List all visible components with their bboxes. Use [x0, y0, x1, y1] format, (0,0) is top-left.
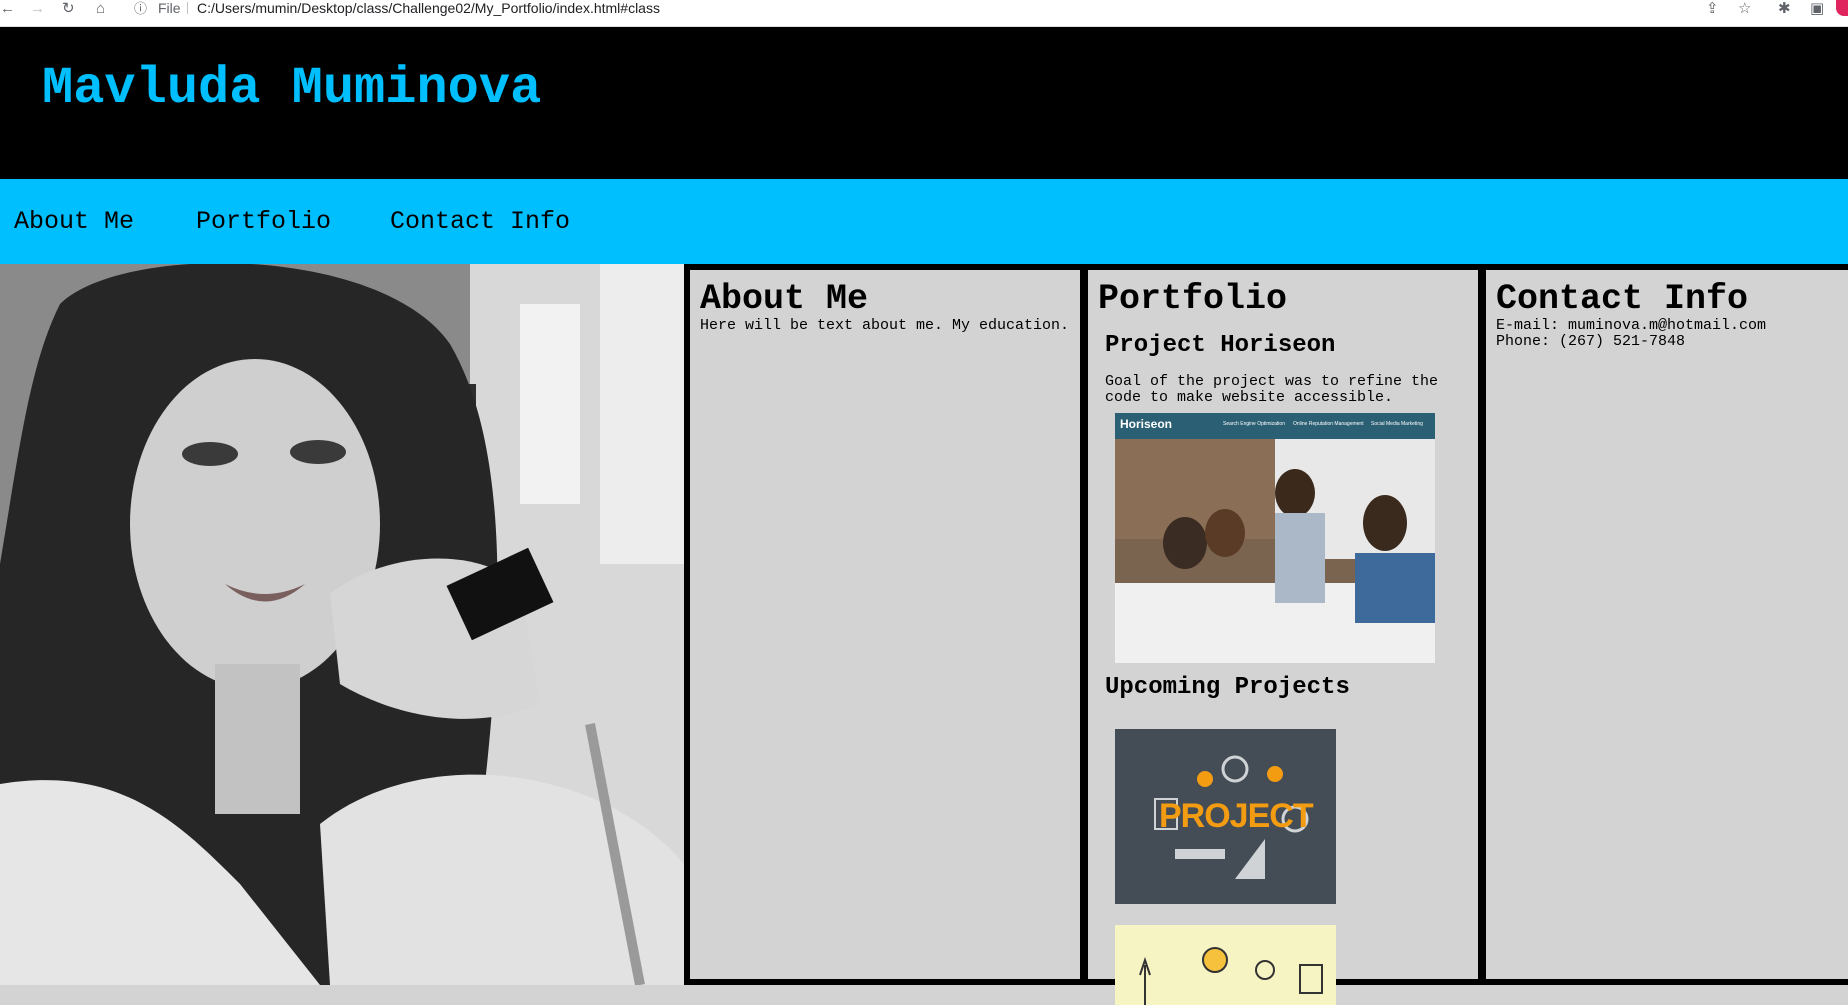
- reload-icon[interactable]: ↻: [62, 0, 75, 18]
- about-text: Here will be text about me. My education…: [700, 317, 1070, 334]
- horiseon-menu-2: Online Reputation Management: [1293, 421, 1364, 427]
- site-name: Mavluda Muminova: [42, 59, 542, 118]
- contact-title: Contact Info: [1496, 279, 1749, 319]
- contact-email: E-mail: muminova.m@hotmail.com: [1496, 317, 1767, 334]
- portfolio-title: Portfolio: [1098, 279, 1288, 319]
- upcoming-project-image[interactable]: PROJECT: [1115, 729, 1336, 904]
- file-label: File: [158, 0, 181, 16]
- about-title: About Me: [700, 279, 869, 319]
- side-panel-icon[interactable]: ▣: [1810, 0, 1824, 18]
- bookmark-star-icon[interactable]: ☆: [1738, 0, 1751, 18]
- upcoming-project-image-2[interactable]: [1115, 925, 1336, 1005]
- nav-about-link[interactable]: About Me: [14, 207, 134, 236]
- share-icon[interactable]: ⇪: [1706, 0, 1719, 18]
- forward-arrow-icon[interactable]: →: [30, 0, 45, 18]
- home-icon[interactable]: ⌂: [96, 0, 105, 18]
- portfolio-section: Portfolio Project Horiseon Goal of the p…: [1082, 264, 1484, 1005]
- contact-section: Contact Info E-mail: muminova.m@hotmail.…: [1480, 264, 1848, 985]
- site-header: Mavluda Muminova: [0, 27, 1848, 179]
- horiseon-brand: Horiseon: [1120, 417, 1173, 431]
- info-icon[interactable]: ⓘ: [134, 0, 147, 18]
- horiseon-menu-1: Search Engine Optimization: [1223, 421, 1285, 427]
- project-horiseon-image[interactable]: Horiseon Search Engine Optimization Onli…: [1115, 413, 1435, 663]
- nav-contact-link[interactable]: Contact Info: [390, 207, 570, 236]
- project-word: PROJECT: [1159, 797, 1314, 835]
- horiseon-menu-3: Social Media Marketing: [1371, 421, 1423, 427]
- about-section: About Me Here will be text about me. My …: [684, 264, 1086, 985]
- upcoming-projects-title: Upcoming Projects: [1105, 674, 1350, 701]
- back-arrow-icon[interactable]: ←: [0, 0, 15, 18]
- nav-portfolio-link[interactable]: Portfolio: [196, 207, 331, 236]
- address-bar[interactable]: C:/Users/mumin/Desktop/class/Challenge02…: [197, 0, 660, 18]
- project-description: Goal of the project was to refine the co…: [1105, 373, 1439, 406]
- browser-toolbar: ← → ↻ ⌂ ⓘ File C:/Users/mumin/Desktop/cl…: [0, 0, 1848, 27]
- profile-avatar[interactable]: [1836, 0, 1848, 16]
- address-separator: [187, 2, 188, 14]
- site-nav: About Me Portfolio Contact Info: [0, 179, 1848, 264]
- extensions-icon[interactable]: ✱: [1778, 0, 1791, 18]
- project-title: Project Horiseon: [1105, 332, 1336, 359]
- profile-photo: [0, 264, 684, 985]
- contact-phone: Phone: (267) 521-7848: [1496, 333, 1686, 350]
